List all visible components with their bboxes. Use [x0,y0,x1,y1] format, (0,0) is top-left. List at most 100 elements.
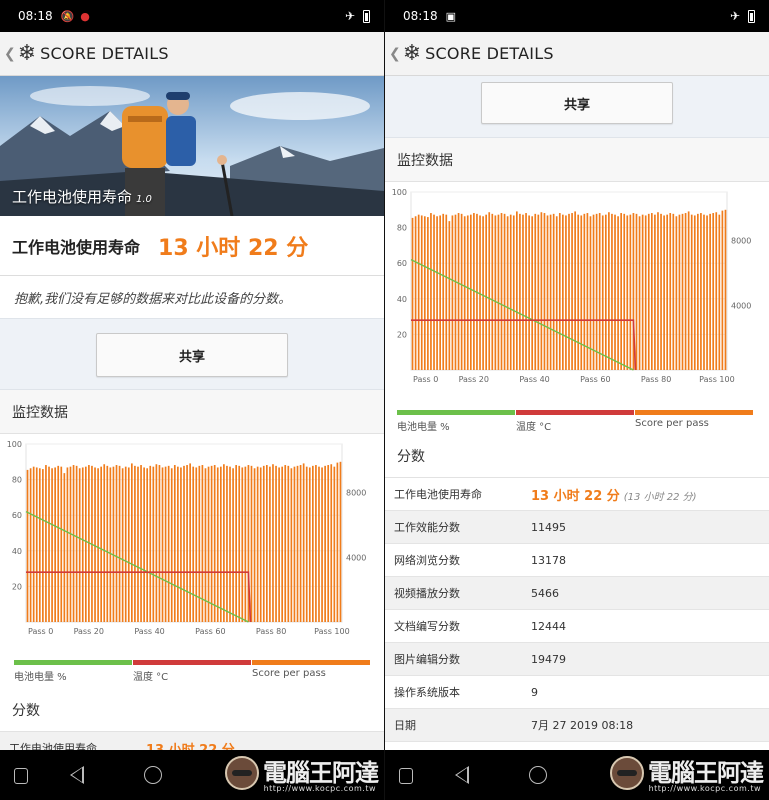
score-bar [29,468,32,622]
score-bar [333,466,336,622]
score-bar [216,467,219,622]
score-bar [259,467,262,622]
score-bar [546,215,549,370]
monitor-header: 监控数据 [0,390,384,434]
score-bar [287,465,290,622]
y-left-tick-label: 20 [397,330,407,339]
score-bar [552,213,555,370]
hero-version: 1.0 [136,194,152,205]
app-notification-icon: ● [80,9,90,23]
x-tick-label: Pass 20 [459,375,489,384]
content-area[interactable]: 工作电池使用寿命 1.0 工作电池使用寿命 13 小时 22 分 抱歉,我们没有足… [0,76,384,750]
score-bar [623,213,626,370]
score-row-value: 5466 [531,587,559,600]
status-bar: 08:18 ▣ ✈ [385,0,769,32]
back-icon[interactable]: ❮ [389,46,401,62]
score-bar [250,465,253,622]
x-tick-label: Pass 60 [580,375,610,384]
score-bar [571,213,573,370]
score-bar [469,214,472,370]
score-row: 工作电池使用寿命 13 小时 22 分 (13 小时 22 分) [385,478,769,511]
score-bar [290,468,293,622]
score-row: 操作系统版本 9 [385,676,769,709]
score-bar [170,468,173,622]
legend-temperature: 温度 °C [516,410,634,433]
x-tick-label: Pass 100 [699,375,735,384]
score-bar [601,215,604,370]
share-button[interactable]: 共享 [96,333,288,377]
legend-battery: 电池电量 % [14,660,132,683]
score-bar [638,216,641,370]
score-row: 视频播放分数 5466 [385,577,769,610]
score-row-value-text: 19479 [531,652,566,666]
score-bar [669,213,672,370]
score-bar [192,466,195,622]
score-bar [299,465,302,622]
score-bar [488,212,491,370]
y-right-tick-label: 8000 [346,489,366,498]
x-tick-label: Pass 100 [314,627,350,636]
score-bar [506,216,509,370]
score-bar [321,467,323,622]
status-time: 08:18 [403,9,438,23]
score-bar [281,466,284,622]
score-bar [497,214,500,370]
score-bar [675,216,678,370]
score-bar [235,465,237,622]
share-button[interactable]: 共享 [481,82,673,124]
share-section: 共享 [385,76,769,138]
legend-temperature-swatch [516,410,634,415]
screenshot-icon[interactable] [399,768,413,784]
score-bar [491,213,494,370]
score-bar [650,213,653,370]
nav-back-icon[interactable] [70,766,84,784]
score-bar [706,215,708,370]
score-bar [318,466,320,622]
screenshot-icon[interactable] [14,768,28,784]
score-row: 日期 7月 27 2019 08:18 [385,709,769,742]
share-section: 共享 [0,318,384,390]
content-area[interactable]: 共享 监控数据 20 40 60 80 100 4000 8000 Pass 0 Pass 20… [385,76,769,750]
score-bar [516,211,518,370]
score-bar [48,466,50,622]
score-bar [414,216,417,370]
legend-score-swatch [635,410,753,415]
x-tick-label: Pass 0 [413,375,438,384]
snowflake-icon: ❄ [402,41,422,66]
score-bar [525,213,527,370]
score-bar [519,213,521,370]
score-bar [604,214,607,370]
score-row-key: 操作系统版本 [394,686,460,699]
score-bar [180,467,182,622]
y-left-tick-label: 40 [12,547,22,556]
score-bar [687,211,690,370]
battery-icon [363,9,370,23]
nav-back-icon[interactable] [455,766,469,784]
score-row-value-text: 13178 [531,553,566,567]
score-bar [672,213,675,370]
score-bar [558,213,561,370]
score-bar [463,216,466,370]
nav-home-icon[interactable] [144,766,162,784]
x-tick-label: Pass 60 [195,627,225,636]
score-row-key: 视频播放分数 [394,587,460,600]
back-icon[interactable]: ❮ [4,46,16,62]
score-bar [448,221,451,370]
score-bar [94,467,96,622]
score-bar [35,467,38,622]
monitor-chart-svg: 20 40 60 80 100 4000 8000 Pass 0 Pass 20 Pass 40 P… [392,188,752,384]
score-bar [272,464,274,622]
score-row-value: 13 小时 22 分 [146,742,235,751]
score-bar [537,214,540,370]
nav-home-icon[interactable] [529,766,547,784]
score-bar [302,463,305,622]
score-bar [72,465,75,622]
score-row-value-text: 7月 27 2019 08:18 [531,719,634,732]
score-bar [75,465,78,622]
score-row-value-text: 13 小时 22 分 [531,488,620,504]
score-row-value: 11495 [531,521,566,534]
score-bar [460,213,463,370]
score-bar [454,214,457,370]
score-bar [124,466,127,622]
score-bar [543,213,546,370]
